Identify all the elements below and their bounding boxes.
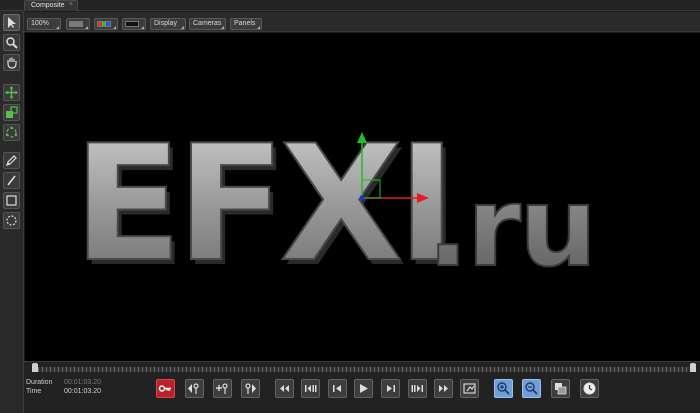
render-icon bbox=[463, 383, 476, 394]
layers-button[interactable] bbox=[551, 379, 570, 398]
previous-frame-icon bbox=[305, 385, 317, 392]
overlay-swatch bbox=[125, 21, 139, 27]
go-to-end-button[interactable] bbox=[434, 379, 453, 398]
time-value[interactable]: 00:01:03.20 bbox=[64, 388, 101, 395]
background-swatch bbox=[69, 21, 83, 27]
pan-tool-button[interactable] bbox=[3, 54, 20, 71]
tab-bar: Composite × bbox=[0, 0, 700, 11]
panels-label: Panels bbox=[234, 20, 256, 27]
zoom-in-timeline-button[interactable] bbox=[494, 379, 513, 398]
play-button[interactable] bbox=[354, 379, 373, 398]
go-to-start-icon bbox=[280, 385, 289, 392]
previous-key-icon bbox=[188, 383, 199, 394]
zoom-tool-button[interactable] bbox=[3, 34, 20, 51]
step-back-icon bbox=[333, 385, 341, 392]
left-toolbar bbox=[0, 11, 24, 413]
playhead-start[interactable] bbox=[32, 363, 38, 372]
viewer-canvas: EFXI EFXI .ru bbox=[72, 109, 598, 302]
tab-label: Composite bbox=[31, 2, 65, 9]
step-back-button[interactable] bbox=[328, 379, 347, 398]
duration-value[interactable]: 00:01:03.20 bbox=[64, 379, 101, 386]
viewer-toolbar: 100% Display Cameras Panels bbox=[24, 12, 700, 32]
brush-tool-button[interactable] bbox=[3, 172, 20, 189]
zoom-in-timeline-icon bbox=[497, 382, 510, 395]
timeline[interactable] bbox=[24, 361, 700, 375]
go-to-end-icon bbox=[439, 385, 448, 392]
rotate-tool-button[interactable] bbox=[3, 124, 20, 141]
composite-viewer[interactable]: EFXI EFXI .ru bbox=[25, 33, 700, 361]
next-key-button[interactable] bbox=[241, 379, 260, 398]
duration-label: Duration bbox=[26, 379, 53, 386]
channels-button[interactable] bbox=[94, 18, 118, 30]
add-key-icon bbox=[216, 383, 228, 394]
gizmo-z-handle[interactable] bbox=[359, 195, 365, 201]
previous-frame-button[interactable] bbox=[301, 379, 320, 398]
next-key-icon bbox=[245, 383, 256, 394]
step-forward-icon bbox=[387, 385, 395, 392]
playhead-end[interactable] bbox=[690, 363, 696, 372]
render-button[interactable] bbox=[460, 379, 479, 398]
zoom-icon bbox=[6, 37, 18, 49]
ellipse-mask-icon bbox=[6, 215, 17, 226]
background-color-button[interactable] bbox=[66, 18, 90, 30]
move-icon bbox=[5, 86, 18, 99]
zoom-value: 100% bbox=[31, 20, 49, 27]
scale-tool-button[interactable] bbox=[3, 104, 20, 121]
rectangle-mask-button[interactable] bbox=[3, 192, 20, 209]
tab-composite[interactable]: Composite × bbox=[24, 0, 78, 11]
step-forward-button[interactable] bbox=[381, 379, 400, 398]
go-to-start-button[interactable] bbox=[275, 379, 294, 398]
display-menu[interactable]: Display bbox=[150, 18, 186, 30]
pen-icon bbox=[6, 155, 17, 166]
clock-icon bbox=[583, 382, 596, 395]
cameras-label: Cameras bbox=[193, 20, 222, 27]
logo-text-suffix: .ru bbox=[427, 163, 595, 291]
cameras-menu[interactable]: Cameras bbox=[189, 18, 226, 30]
next-frame-button[interactable] bbox=[408, 379, 427, 398]
scale-icon bbox=[6, 106, 18, 118]
panels-menu[interactable]: Panels bbox=[230, 18, 262, 30]
rotate-icon bbox=[5, 126, 18, 138]
rectangle-mask-icon bbox=[6, 195, 17, 206]
previous-key-button[interactable] bbox=[185, 379, 204, 398]
select-tool-button[interactable] bbox=[3, 14, 20, 31]
rgb-channels-icon bbox=[97, 21, 111, 27]
overlay-button[interactable] bbox=[122, 18, 146, 30]
timeline-track[interactable] bbox=[34, 367, 694, 372]
next-frame-icon bbox=[411, 385, 423, 392]
zoom-out-timeline-button[interactable] bbox=[522, 379, 541, 398]
move-tool-button[interactable] bbox=[3, 84, 20, 101]
time-label: Time bbox=[26, 388, 42, 395]
hand-pan-icon bbox=[7, 57, 17, 69]
add-key-button[interactable] bbox=[213, 379, 232, 398]
transport-bar: Duration 00:01:03.20 Time 00:01:03.20 bbox=[24, 375, 700, 413]
ellipse-mask-button[interactable] bbox=[3, 212, 20, 229]
key-button[interactable] bbox=[156, 379, 175, 398]
brush-icon bbox=[7, 175, 16, 186]
logo-text-main: EFXI bbox=[73, 110, 450, 297]
tab-close-icon[interactable]: × bbox=[69, 1, 73, 8]
layers-icon bbox=[555, 383, 567, 395]
zoom-out-timeline-icon bbox=[525, 382, 538, 395]
pen-tool-button[interactable] bbox=[3, 152, 20, 169]
zoom-dropdown[interactable]: 100% bbox=[27, 18, 61, 30]
key-icon bbox=[158, 385, 171, 392]
select-arrow-icon bbox=[8, 17, 16, 28]
display-label: Display bbox=[154, 20, 177, 27]
play-icon bbox=[360, 384, 368, 393]
clock-button[interactable] bbox=[580, 379, 599, 398]
